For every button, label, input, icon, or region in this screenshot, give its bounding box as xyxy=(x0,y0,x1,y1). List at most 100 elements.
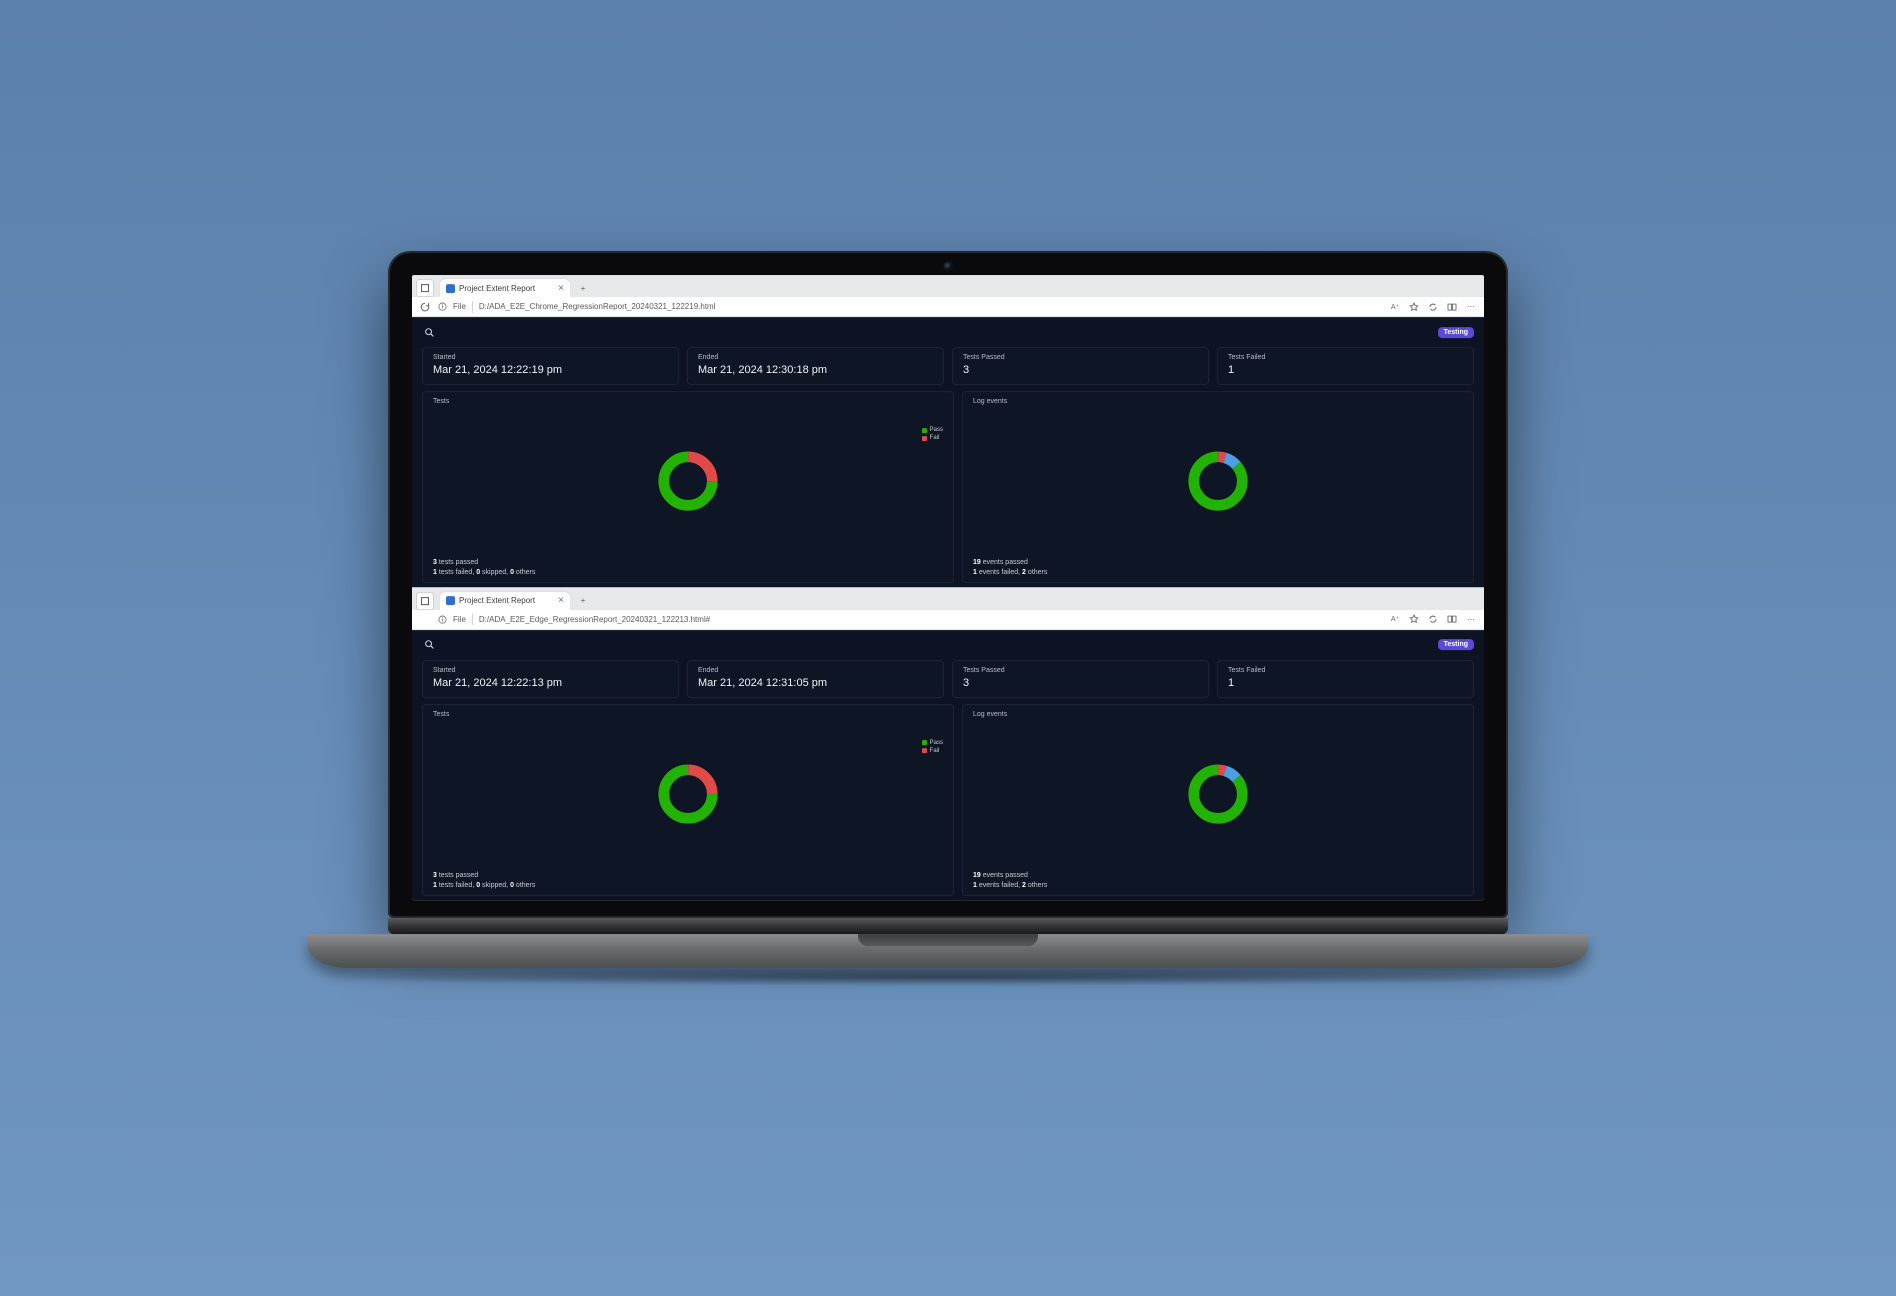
address-bar[interactable]: File D:/ADA_E2E_Chrome_RegressionReport_… xyxy=(438,300,1382,314)
tab-actions-button[interactable] xyxy=(416,592,434,610)
log-footer-2: 1 events failed, 2 others xyxy=(973,881,1463,891)
browser-toolbar: File D:/ADA_E2E_Chrome_RegressionReport_… xyxy=(412,297,1484,317)
text-size-button[interactable]: A⁺ xyxy=(1388,300,1402,314)
reload-icon xyxy=(420,302,430,312)
separator xyxy=(472,613,473,625)
split-screen-button[interactable] xyxy=(1445,300,1459,314)
log-donut-chart xyxy=(1186,762,1250,826)
passed-card: Tests Passed 3 xyxy=(952,347,1209,385)
started-value: Mar 21, 2024 12:22:13 pm xyxy=(433,677,668,689)
failed-card: Tests Failed 1 xyxy=(1217,347,1474,385)
tests-footer-2: 1 tests failed, 0 skipped, 0 others xyxy=(433,881,943,891)
log-chart-title: Log events xyxy=(973,711,1463,718)
url-text: D:/ADA_E2E_Chrome_RegressionReport_20240… xyxy=(479,302,716,311)
log-donut-wrap xyxy=(973,718,1463,872)
browser-toolbar: File D:/ADA_E2E_Edge_RegressionReport_20… xyxy=(412,610,1484,630)
legend-swatch-pass xyxy=(922,740,927,745)
tests-donut-wrap xyxy=(433,718,943,872)
close-tab-button[interactable]: × xyxy=(558,595,564,606)
reload-button[interactable] xyxy=(418,300,432,314)
tests-chart-title: Tests xyxy=(433,711,943,718)
tests-chart-title: Tests xyxy=(433,398,943,405)
failed-card: Tests Failed 1 xyxy=(1217,660,1474,698)
legend-swatch-fail xyxy=(922,436,927,441)
testing-badge: Testing xyxy=(1438,639,1474,650)
screen-frame: Project Extent Report × + File D:/ADA_E2… xyxy=(388,251,1508,918)
search-button[interactable] xyxy=(422,638,436,652)
passed-card: Tests Passed 3 xyxy=(952,660,1209,698)
ended-card: Ended Mar 21, 2024 12:31:05 pm xyxy=(687,660,944,698)
new-tab-button[interactable]: + xyxy=(574,592,592,610)
passed-label: Tests Passed xyxy=(963,667,1198,674)
tests-donut-chart xyxy=(656,449,720,513)
url-scheme: File xyxy=(453,615,466,624)
stats-row: Started Mar 21, 2024 12:22:13 pm Ended M… xyxy=(422,660,1474,698)
tests-footer-2: 1 tests failed, 0 skipped, 0 others xyxy=(433,568,943,578)
search-button[interactable] xyxy=(422,325,436,339)
charts-row: Tests Pass Fail 3 tests passed 1 tests f… xyxy=(422,704,1474,897)
split-screen-button[interactable] xyxy=(1445,612,1459,626)
failed-value: 1 xyxy=(1228,364,1463,376)
address-bar[interactable]: File D:/ADA_E2E_Edge_RegressionReport_20… xyxy=(438,612,1382,626)
ended-label: Ended xyxy=(698,354,933,361)
tests-footer-1: 3 tests passed xyxy=(433,558,943,568)
ended-label: Ended xyxy=(698,667,933,674)
square-icon xyxy=(420,596,430,606)
failed-label: Tests Failed xyxy=(1228,354,1463,361)
star-icon xyxy=(1409,614,1419,624)
tests-donut-wrap xyxy=(433,405,943,557)
ended-value: Mar 21, 2024 12:31:05 pm xyxy=(698,677,933,689)
laptop-shadow xyxy=(308,968,1588,986)
log-donut-wrap xyxy=(973,405,1463,557)
log-donut-chart xyxy=(1186,449,1250,513)
passed-value: 3 xyxy=(963,364,1198,376)
tab-actions-button[interactable] xyxy=(416,279,434,297)
testing-badge: Testing xyxy=(1438,327,1474,338)
browser-tab[interactable]: Project Extent Report × xyxy=(440,279,570,297)
favorites-button[interactable] xyxy=(1407,300,1421,314)
tests-legend: Pass Fail xyxy=(922,426,943,442)
collections-button[interactable] xyxy=(1426,612,1440,626)
started-value: Mar 21, 2024 12:22:19 pm xyxy=(433,364,668,376)
info-icon xyxy=(438,615,447,624)
separator xyxy=(472,301,473,313)
text-size-button[interactable]: A⁺ xyxy=(1388,612,1402,626)
tab-title: Project Extent Report xyxy=(459,284,535,293)
passed-value: 3 xyxy=(963,677,1198,689)
split-icon xyxy=(1447,302,1457,312)
failed-value: 1 xyxy=(1228,677,1463,689)
favorites-button[interactable] xyxy=(1407,612,1421,626)
favicon-icon xyxy=(446,596,455,605)
tests-chart-card: Tests Pass Fail 3 tests passed 1 tests f… xyxy=(422,704,954,897)
screen: Project Extent Report × + File D:/ADA_E2… xyxy=(412,275,1484,900)
split-icon xyxy=(1447,614,1457,624)
laptop-mockup: Project Extent Report × + File D:/ADA_E2… xyxy=(388,251,1508,986)
url-scheme: File xyxy=(453,302,466,311)
log-footer-1: 19 events passed xyxy=(973,871,1463,881)
stats-row: Started Mar 21, 2024 12:22:19 pm Ended M… xyxy=(422,347,1474,385)
log-chart-title: Log events xyxy=(973,398,1463,405)
tests-donut-chart xyxy=(656,762,720,826)
url-text: D:/ADA_E2E_Edge_RegressionReport_2024032… xyxy=(479,615,710,624)
tests-footer-1: 3 tests passed xyxy=(433,871,943,881)
refresh-alt-icon xyxy=(1428,302,1438,312)
legend-swatch-pass xyxy=(922,428,927,433)
report-viewport-1: Testing Started Mar 21, 2024 12:22:19 pm… xyxy=(412,317,1484,586)
more-button[interactable]: ⋯ xyxy=(1464,300,1478,314)
new-tab-button[interactable]: + xyxy=(574,279,592,297)
square-icon xyxy=(420,283,430,293)
legend-fail-label: Fail xyxy=(930,434,940,442)
laptop-hinge xyxy=(388,918,1508,934)
more-button[interactable]: ⋯ xyxy=(1464,612,1478,626)
browser-tab[interactable]: Project Extent Report × xyxy=(440,592,570,610)
tests-chart-card: Tests Pass Fail 3 tests passed 1 tests f… xyxy=(422,391,954,582)
legend-fail-label: Fail xyxy=(930,747,940,755)
close-tab-button[interactable]: × xyxy=(558,283,564,294)
collections-button[interactable] xyxy=(1426,300,1440,314)
ended-value: Mar 21, 2024 12:30:18 pm xyxy=(698,364,933,376)
legend-swatch-fail xyxy=(922,748,927,753)
report-header: Testing xyxy=(422,636,1474,654)
report-header: Testing xyxy=(422,323,1474,341)
laptop-notch xyxy=(858,934,1038,946)
tab-strip: Project Extent Report × + xyxy=(412,588,1484,610)
